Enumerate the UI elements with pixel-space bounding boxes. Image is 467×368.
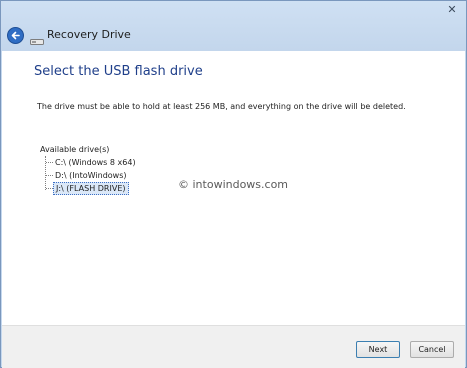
drive-item-d[interactable]: D:\ (IntoWindows) <box>53 170 129 181</box>
window-title: Recovery Drive <box>47 28 131 41</box>
tree-connector <box>46 175 53 176</box>
drive-item-j[interactable]: J:\ (FLASH DRIVE) <box>53 182 129 195</box>
next-button[interactable]: Next <box>356 341 400 358</box>
cancel-button[interactable]: Cancel <box>410 341 454 358</box>
tree-connector <box>46 188 53 189</box>
drive-item-c[interactable]: C:\ (Windows 8 x64) <box>53 157 138 168</box>
tree-connector <box>46 162 53 163</box>
close-icon[interactable]: ✕ <box>444 3 460 17</box>
wizard-footer: Next Cancel <box>2 325 465 368</box>
back-arrow-icon[interactable] <box>7 27 24 44</box>
drive-tree-root: Available drive(s) <box>40 145 110 154</box>
wizard-content: Select the USB flash drive The drive mus… <box>2 51 465 325</box>
watermark: © intowindows.com <box>178 178 289 191</box>
drive-icon <box>30 31 44 45</box>
page-heading: Select the USB flash drive <box>34 64 203 79</box>
instruction-text: The drive must be able to hold at least … <box>37 102 406 111</box>
title-bar: ✕ Recovery Drive <box>1 1 466 51</box>
recovery-drive-window: ✕ Recovery Drive Select the USB flash dr… <box>0 0 467 368</box>
